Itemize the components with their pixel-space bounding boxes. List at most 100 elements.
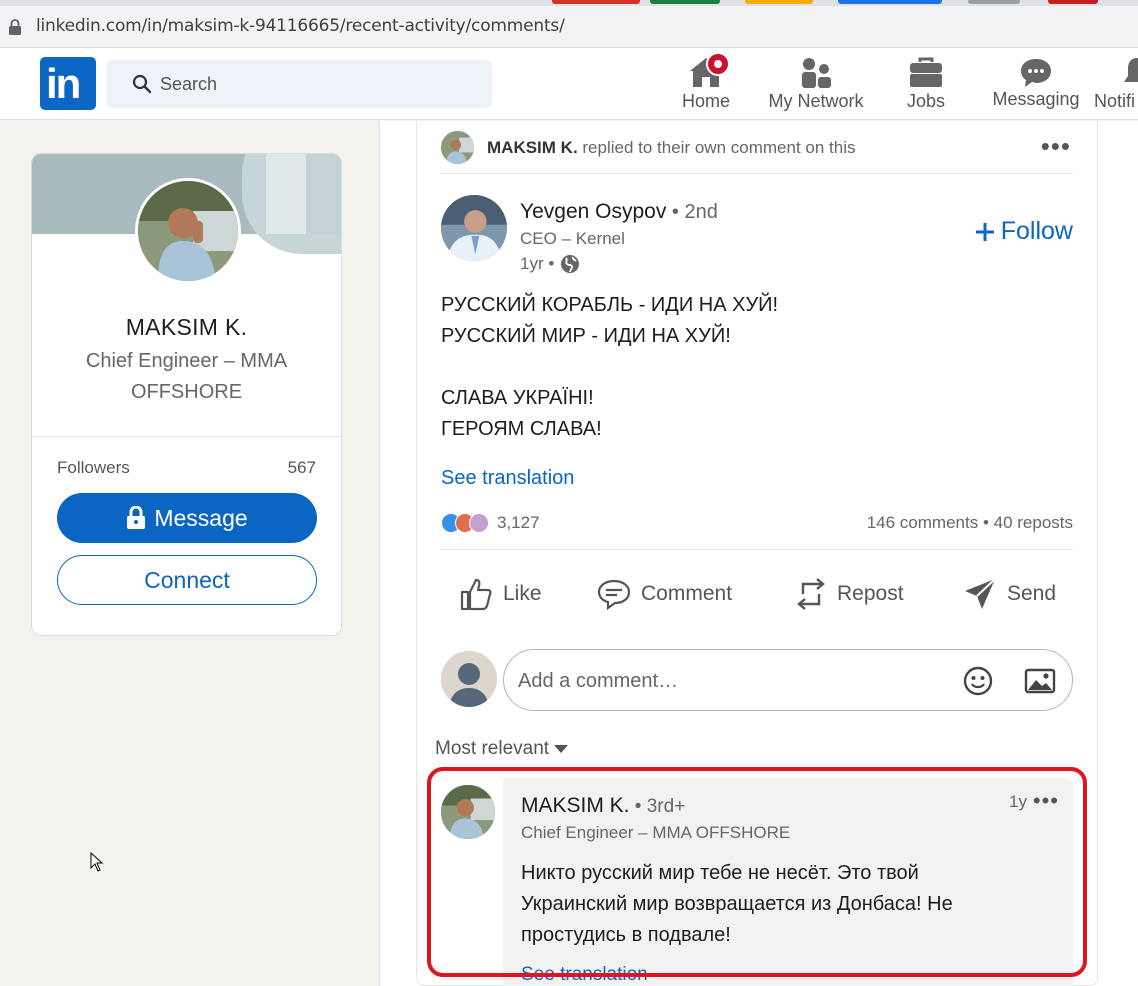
followers-label: Followers: [57, 458, 130, 477]
notification-badge: [706, 52, 730, 76]
nav-home[interactable]: Home: [672, 52, 740, 116]
comment-timestamp: 1y: [1009, 792, 1027, 811]
followers-count: 567: [287, 458, 316, 477]
comment-icon: [597, 579, 631, 610]
tab-chip[interactable]: [650, 0, 720, 4]
current-user-avatar[interactable]: [441, 651, 497, 707]
like-label: Like: [503, 582, 542, 605]
image-icon[interactable]: [1024, 665, 1056, 697]
sort-label: Most relevant: [435, 738, 550, 759]
search-icon: [132, 74, 152, 94]
comment-input[interactable]: [518, 664, 918, 698]
activity-actor[interactable]: MAKSIM K.: [487, 138, 578, 157]
address-bar[interactable]: linkedin.com/in/maksim-k-94116665/recent…: [0, 6, 1138, 48]
activity-description: MAKSIM K. replied to their own comment o…: [487, 138, 855, 158]
connection-degree: • 2nd: [666, 201, 718, 223]
divider: [441, 173, 1073, 174]
post-line: РУССКИЙ КОРАБЛЬ - ИДИ НА ХУЙ!: [441, 294, 779, 316]
activity-action: replied to their own comment on this: [577, 138, 856, 157]
url-text[interactable]: linkedin.com/in/maksim-k-94116665/recent…: [36, 16, 565, 36]
comment-label: Comment: [641, 582, 733, 605]
briefcase-icon: [910, 57, 942, 87]
comment-see-translation-link[interactable]: See translation: [521, 964, 648, 986]
comment-author-name-text[interactable]: MAKSIM K.: [521, 794, 630, 817]
activity-card: MAKSIM K. replied to their own comment o…: [416, 121, 1098, 986]
comment-author-avatar[interactable]: [441, 785, 495, 839]
post-author-avatar[interactable]: [441, 195, 507, 261]
follow-button[interactable]: Follow: [975, 217, 1073, 246]
nav-jobs-label: Jobs: [906, 91, 946, 111]
nav-messaging[interactable]: Messaging: [986, 52, 1086, 116]
globe-icon: [561, 255, 580, 273]
message-button[interactable]: Message: [57, 493, 317, 543]
post-line: [441, 352, 778, 383]
send-icon: [965, 578, 996, 609]
nav-notifications[interactable]: Notifi: [1094, 52, 1138, 116]
divider: [32, 436, 341, 437]
like-button[interactable]: Like: [459, 569, 542, 619]
post-line: СЛАВА УКРАЇНІ!: [441, 387, 594, 409]
reaction-count[interactable]: 3,127: [497, 513, 540, 533]
divider: [441, 549, 1073, 550]
nav-my-network[interactable]: My Network: [762, 52, 870, 116]
post-text: РУССКИЙ КОРАБЛЬ - ИДИ НА ХУЙ! РУССКИЙ МИ…: [441, 290, 778, 445]
tab-chip[interactable]: [1048, 0, 1098, 4]
profile-name[interactable]: MAKSIM K.: [32, 314, 341, 341]
profile-avatar[interactable]: [135, 178, 241, 284]
post-author-name-text[interactable]: Yevgen Osypov: [520, 200, 666, 223]
comment-text: Никто русский мир тебе не несёт. Это тво…: [521, 862, 953, 946]
reactions-summary[interactable]: 3,127: [441, 512, 540, 534]
tab-chip[interactable]: [745, 0, 813, 4]
insightful-reaction-icon: [469, 513, 489, 533]
activity-header: MAKSIM K. replied to their own comment o…: [441, 131, 1077, 165]
post-stats[interactable]: 146 comments • 40 reposts: [867, 513, 1073, 533]
search-input[interactable]: [160, 70, 460, 98]
nav-jobs[interactable]: Jobs: [900, 52, 952, 116]
see-translation-link[interactable]: See translation: [441, 467, 574, 490]
connect-button[interactable]: Connect: [57, 555, 317, 605]
profile-headline: Chief Engineer – MMA OFFSHORE: [85, 350, 288, 403]
tab-chip[interactable]: [552, 0, 640, 4]
tab-chip[interactable]: [838, 0, 942, 4]
repost-label: Repost: [837, 582, 904, 605]
nav-notifications-label: Notifi: [1094, 91, 1136, 111]
send-button[interactable]: Send: [963, 569, 1056, 619]
lock-icon: [9, 19, 21, 35]
nav-my-network-label: My Network: [768, 91, 864, 111]
follow-button-label: Follow: [1000, 217, 1073, 245]
action-bar: Like Comment Repost Send: [441, 569, 1077, 619]
emoji-icon[interactable]: [962, 665, 994, 697]
post-author-name[interactable]: Yevgen Osypov • 2nd: [520, 200, 718, 224]
comment-more-options-icon[interactable]: •••: [1033, 790, 1059, 812]
linkedin-logo[interactable]: in: [40, 57, 96, 110]
messaging-icon: [1021, 59, 1051, 87]
mouse-cursor-icon: [90, 851, 104, 877]
thumbs-up-icon: [460, 578, 492, 611]
comment-input-box[interactable]: [503, 649, 1073, 711]
plus-icon: [975, 222, 994, 241]
tab-chip[interactable]: [968, 0, 1020, 4]
repost-button[interactable]: Repost: [795, 569, 904, 619]
repost-icon: [797, 578, 825, 610]
send-label: Send: [1007, 582, 1057, 605]
sort-dropdown[interactable]: Most relevant: [435, 738, 569, 760]
search-box[interactable]: [106, 60, 492, 108]
comment-button[interactable]: Comment: [597, 569, 732, 619]
comment-author-headline: Chief Engineer – MMA OFFSHORE: [521, 823, 791, 842]
profile-card: MAKSIM K. Chief Engineer – MMA OFFSHORE …: [31, 153, 342, 636]
main-column: MAKSIM K. replied to their own comment o…: [379, 121, 1138, 986]
nav-home-label: Home: [681, 91, 730, 111]
comment-author-name[interactable]: MAKSIM K. • 3rd+: [521, 794, 685, 818]
more-options-icon[interactable]: •••: [1041, 133, 1071, 159]
post-line: ГЕРОЯМ СЛАВА!: [441, 418, 602, 440]
network-icon: [802, 58, 831, 88]
post-time-text: 1yr •: [520, 254, 555, 273]
top-nav: in Home My Network Jobs: [0, 48, 1138, 120]
actor-avatar[interactable]: [441, 131, 474, 164]
nav-messaging-label: Messaging: [992, 89, 1080, 109]
post-line: РУССКИЙ МИР - ИДИ НА ХУЙ!: [441, 325, 731, 347]
message-button-label: Message: [154, 504, 248, 531]
post-author-headline: CEO – Kernel: [520, 229, 625, 248]
post-timestamp: 1yr •: [520, 254, 580, 274]
connection-degree: • 3rd+: [629, 796, 686, 817]
